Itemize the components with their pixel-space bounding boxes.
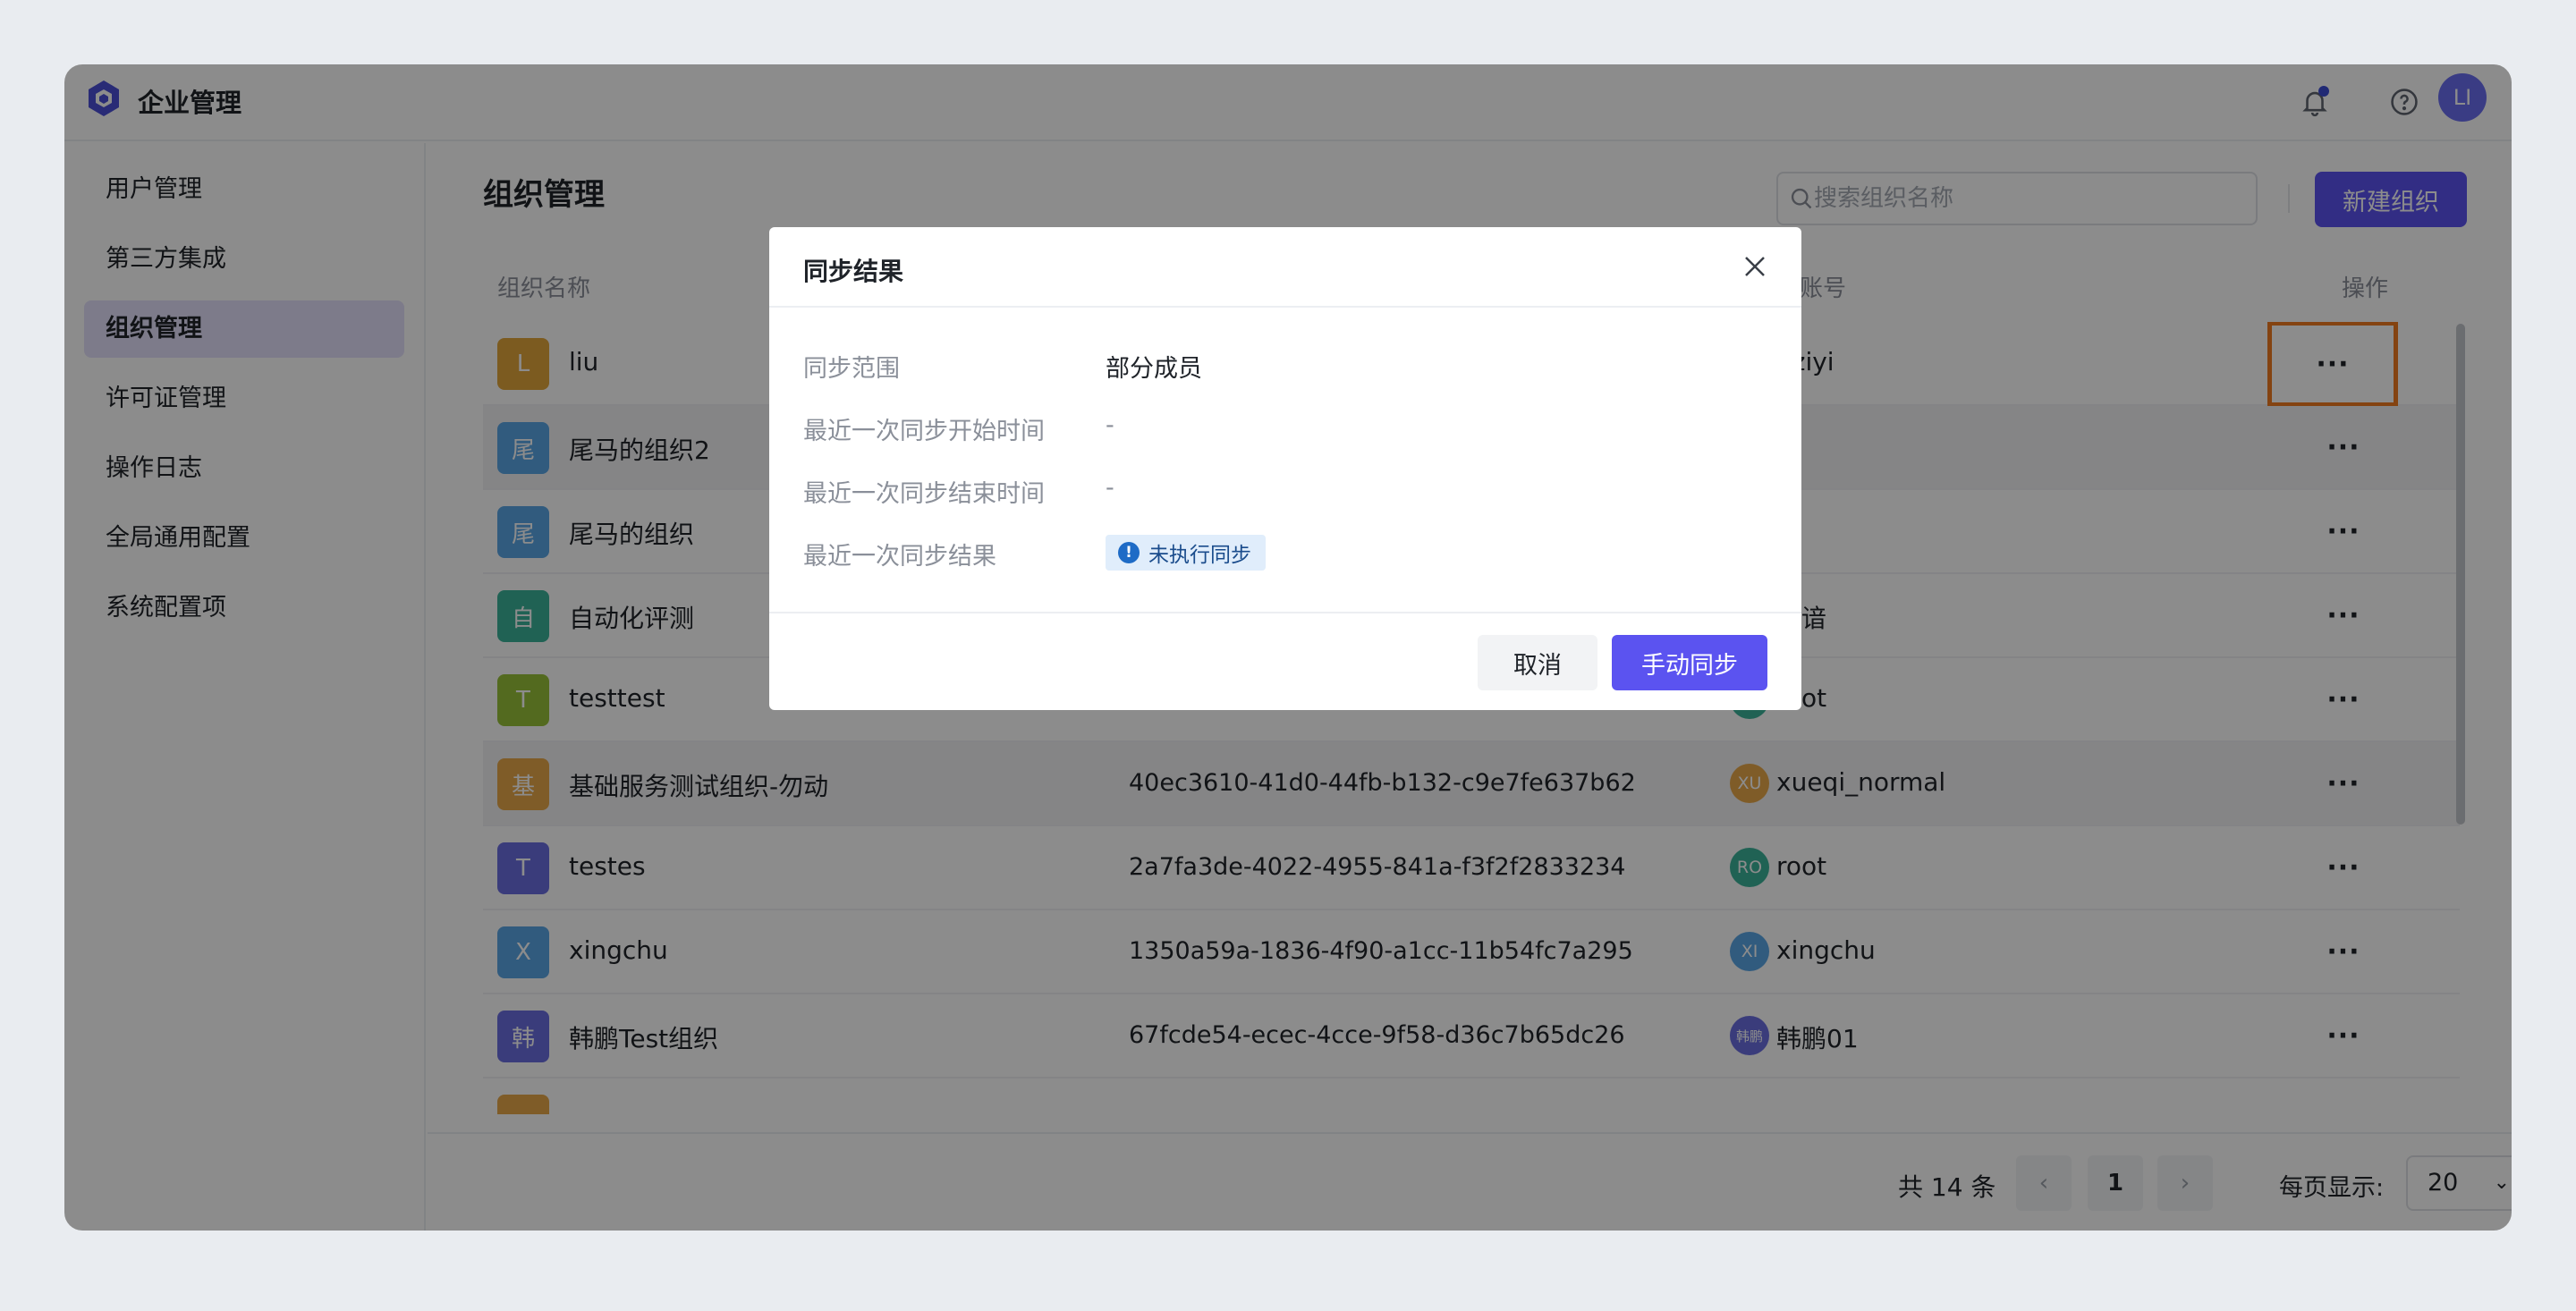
field-value: - [1106,411,1114,439]
dialog-header: 同步结果 [769,227,1801,308]
status-badge: ! 未执行同步 [1106,535,1266,571]
close-icon [1745,257,1765,276]
dialog-footer-divider [769,612,1801,613]
field-label: 最近一次同步开始时间 [803,418,1045,445]
close-button[interactable] [1733,245,1776,288]
field-label: 最近一次同步结果 [803,543,996,571]
field-label: 最近一次同步结束时间 [803,480,1045,508]
status-text: 未执行同步 [1148,544,1251,567]
info-icon: ! [1118,542,1140,563]
manual-sync-button[interactable]: 手动同步 [1612,635,1767,690]
cancel-button[interactable]: 取消 [1478,635,1597,690]
field-label: 同步范围 [803,355,900,383]
sync-result-dialog: 同步结果 同步范围 部分成员 最近一次同步开始时间 - 最近一次同步结束时间 -… [769,227,1801,710]
dialog-title: 同步结果 [803,257,904,286]
field-value: - [1106,474,1114,502]
field-value: 部分成员 [1106,355,1202,383]
